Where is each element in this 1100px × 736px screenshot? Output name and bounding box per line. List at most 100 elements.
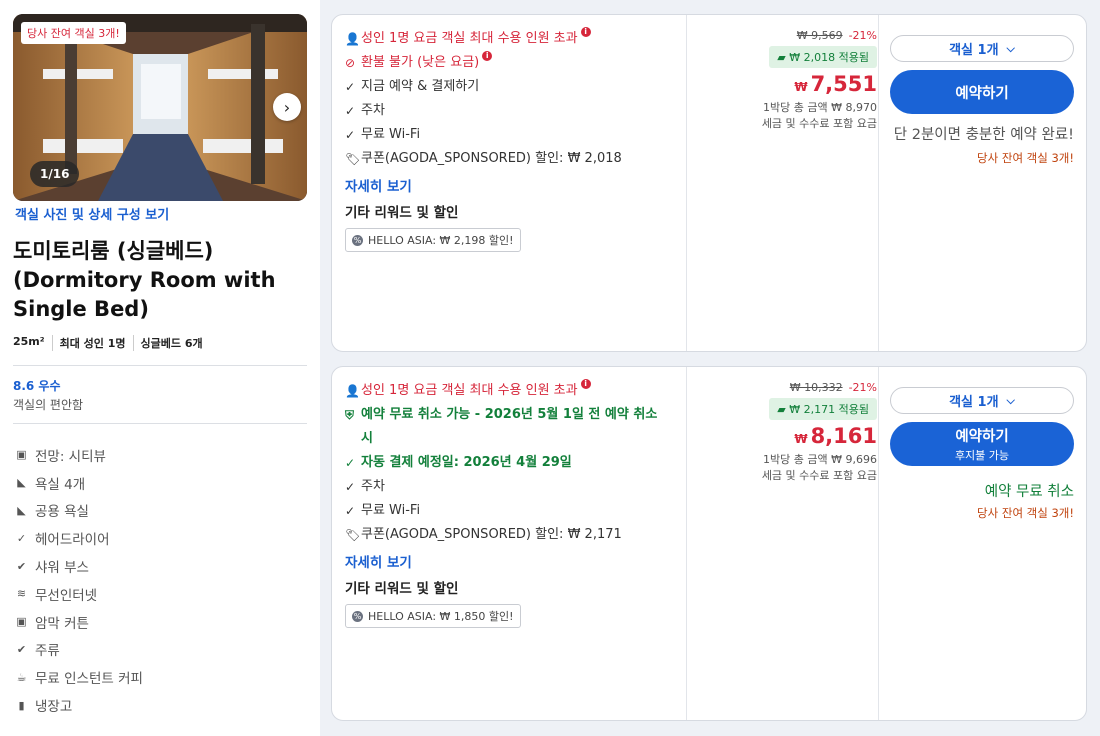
benefit-item: ✓ 무료 Wi-Fi	[345, 123, 675, 147]
cancellation-policy: ⛨ 예약 무료 취소 가능 - 2026년 5월 1일 전 예약 취소 시	[345, 403, 675, 451]
amenity-item: ▣ 전망: 시티뷰	[16, 448, 106, 465]
person-icon: 👤	[345, 32, 360, 46]
room-beds: 싱글베드 6개	[140, 337, 203, 350]
ticket-icon: ▰	[777, 403, 786, 416]
info-icon[interactable]: i	[580, 27, 591, 37]
discount-percent: -21%	[848, 29, 877, 42]
tax-note: 세금 및 수수료 포함 요금	[761, 117, 877, 130]
divider	[13, 423, 307, 424]
coffee-icon: ☕	[16, 670, 27, 684]
column-divider	[878, 367, 879, 720]
tag-icon: 🏷	[345, 528, 361, 542]
cancellation-policy: ⊘ 환불 불가 (낮은 요금) i	[345, 51, 675, 75]
book-button[interactable]: 예약하기 후지불 가능	[890, 422, 1074, 466]
price-block: ₩ 9,569 -21% ▰ ₩ 2,018 적용됨 ₩7,551 1박당 총 금…	[687, 29, 877, 132]
benefit-item: ✓ 주차	[345, 475, 675, 499]
occupancy-warning: 👤 성인 1명 요금 객실 최대 수용 인원 초과 i	[345, 379, 675, 403]
discount-percent: -21%	[848, 381, 877, 394]
chevron-down-icon: ⌵	[1006, 393, 1015, 407]
rewards-chip[interactable]: % HELLO ASIA: ₩ 1,850 할인!	[345, 604, 521, 628]
room-title: 도미토리룸 (싱글베드) (Dormitory Room with Single…	[13, 239, 276, 321]
bath-icon: ◣	[17, 476, 26, 490]
amenity-item: ✓ 헤어드라이어	[16, 531, 110, 549]
original-price: ₩ 9,569 -21%	[796, 29, 877, 42]
amenity-item: ≋ 무선인터넷	[16, 587, 98, 604]
offer-benefits: 👤 성인 1명 요금 객실 최대 수용 인원 초과 i ⊘ 환불 불가 (낮은 요금)…	[345, 27, 675, 252]
benefit-item: ✓ 지금 예약 & 결제하기	[345, 75, 675, 99]
bath-icon: ◣	[17, 503, 26, 517]
percent-icon: %	[352, 610, 363, 622]
amenity-item: ▮ 냉장고	[15, 691, 143, 719]
no-refund-icon: ⊘	[345, 56, 356, 70]
info-icon[interactable]: i	[580, 379, 591, 389]
coupon-applied-badge: ▰ ₩ 2,171 적용됨	[769, 398, 877, 420]
price-block: ₩ 10,332 -21% ▰ ₩ 2,171 적용됨 ₩8,161 1박당 총 …	[687, 381, 877, 484]
room-score-label: 객실의 편안함	[13, 398, 84, 412]
fast-booking-note: 단 2분이면 충분한 예약 완료!	[893, 127, 1074, 143]
total-price: 1박당 총 금액 ₩ 9,696	[763, 453, 877, 466]
amenity-item: ◣ 욕실 4개	[15, 469, 143, 497]
fridge-icon: ▮	[18, 698, 25, 712]
amenity-list: ▣ 전망: 시티뷰 ◣ 욕실 4개 ◣ 공용 욕실 ✓ 헤어드라이어 ✔ 샤워 부스 ≋ 무…	[15, 441, 143, 719]
chevron-right-icon: ›	[283, 97, 291, 117]
coupon-applied-badge: ▰ ₩ 2,018 적용됨	[769, 46, 877, 68]
photo-counter: 1/16	[30, 161, 80, 187]
amenity-item: ✔ 주류	[16, 642, 60, 660]
amenity-item: ☕ 무료 인스턴트 커피	[16, 670, 143, 688]
check-circle-icon: ✔	[16, 559, 27, 573]
rate-offer-card: 👤 성인 1명 요금 객실 최대 수용 인원 초과 i ⊘ 환불 불가 (낮은 요금)…	[331, 14, 1087, 352]
room-max-occupancy: 최대 성인 1명	[60, 335, 134, 351]
room-photo[interactable]: 당사 잔여 객실 3개! › 1/16	[13, 14, 307, 201]
final-price: ₩8,161	[794, 424, 877, 448]
divider	[13, 365, 307, 366]
room-meta: 25m² 최대 성인 1명 싱글베드 6개	[13, 335, 217, 351]
info-icon[interactable]: i	[482, 51, 493, 61]
check-icon: ✓	[345, 128, 356, 142]
availability-badge: 당사 잔여 객실 3개!	[21, 22, 126, 44]
benefit-item: ✓ 무료 Wi-Fi	[345, 499, 675, 523]
rewards-title: 기타 리워드 및 할인	[345, 581, 459, 597]
original-price: ₩ 10,332 -21%	[789, 381, 877, 394]
rewards-title: 기타 리워드 및 할인	[345, 205, 459, 221]
room-quantity-select[interactable]: 객실 1개 ⌵	[890, 387, 1074, 414]
coupon-line: 🏷 쿠폰(AGODA_SPONSORED) 할인: ₩ 2,018	[345, 147, 675, 171]
booking-block: 객실 1개 ⌵ 예약하기 후지불 가능 예약 무료 취소 당사 잔여 객실 3개!	[890, 387, 1074, 521]
room-score: 8.6 우수	[13, 379, 61, 393]
benefit-item: ✓ 주차	[345, 99, 675, 123]
occupancy-warning: 👤 성인 1명 요금 객실 최대 수용 인원 초과 i	[345, 27, 675, 51]
amenity-item: ▣ 암막 커튼	[16, 615, 89, 632]
percent-icon: %	[352, 234, 363, 246]
room-info-panel: 당사 잔여 객실 3개! › 1/16 객실 사진 및 상세 구성 보기 도미토…	[0, 0, 320, 736]
check-icon: ✓	[16, 531, 27, 545]
wifi-icon: ≋	[16, 587, 27, 601]
tag-icon: 🏷	[345, 152, 361, 166]
book-button[interactable]: 예약하기	[890, 70, 1074, 114]
offer-benefits: 👤 성인 1명 요금 객실 최대 수용 인원 초과 i ⛨ 예약 무료 취소 가능 -…	[345, 379, 675, 628]
free-cancellation-note: 예약 무료 취소	[984, 484, 1074, 500]
view-icon: ▣	[16, 615, 27, 629]
view-icon: ▣	[16, 448, 27, 462]
view-room-photos-link[interactable]: 객실 사진 및 상세 구성 보기	[15, 204, 169, 223]
check-icon: ✓	[345, 504, 356, 518]
check-icon: ✓	[345, 456, 356, 470]
check-icon: ✓	[345, 104, 356, 118]
ticket-icon: ▰	[777, 51, 786, 64]
check-icon: ✓	[345, 80, 356, 94]
person-icon: 👤	[345, 384, 360, 398]
final-price: ₩7,551	[794, 72, 877, 96]
more-details-link[interactable]: 자세히 보기	[345, 552, 675, 574]
rate-offer-card: 👤 성인 1명 요금 객실 최대 수용 인원 초과 i ⛨ 예약 무료 취소 가능 -…	[331, 366, 1087, 721]
amenity-item: ◣ 공용 욕실	[15, 497, 143, 525]
room-quantity-select[interactable]: 객실 1개 ⌵	[890, 35, 1074, 62]
more-details-link[interactable]: 자세히 보기	[345, 176, 675, 198]
next-photo-button[interactable]: ›	[273, 93, 301, 121]
check-circle-icon: ✔	[16, 642, 27, 656]
rewards-chip[interactable]: % HELLO ASIA: ₩ 2,198 할인!	[345, 228, 521, 252]
chevron-down-icon: ⌵	[1006, 41, 1015, 55]
rooms-left-note: 당사 잔여 객실 3개!	[977, 506, 1074, 520]
coupon-line: 🏷 쿠폰(AGODA_SPONSORED) 할인: ₩ 2,171	[345, 523, 675, 547]
shield-icon: ⛨	[345, 408, 355, 422]
total-price: 1박당 총 금액 ₩ 8,970	[763, 101, 877, 114]
tax-note: 세금 및 수수료 포함 요금	[761, 469, 877, 482]
room-size: 25m²	[13, 335, 53, 351]
